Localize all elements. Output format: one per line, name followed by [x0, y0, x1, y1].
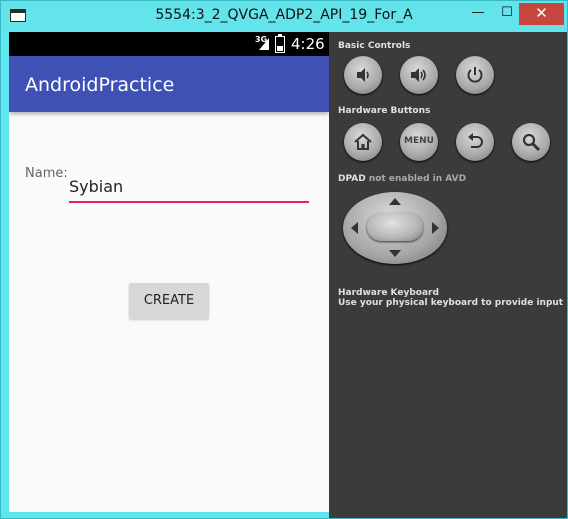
create-button[interactable]: CREATE: [129, 283, 209, 319]
menu-icon: MENU: [404, 136, 434, 146]
app-title: AndroidPractice: [25, 74, 175, 96]
dpad-up-icon[interactable]: [389, 198, 401, 205]
volume-up-icon: [411, 68, 426, 82]
keyboard-info: Hardware Keyboard Use your physical keyb…: [338, 288, 563, 308]
name-label: Name:: [25, 166, 68, 181]
dpad-right-icon[interactable]: [432, 222, 439, 234]
back-button[interactable]: [456, 123, 494, 161]
search-button[interactable]: [512, 123, 550, 161]
dpad-down-icon[interactable]: [389, 250, 401, 257]
battery-icon: [275, 34, 285, 53]
dpad-note: not enabled in AVD: [368, 174, 467, 184]
signal-icon: [259, 38, 269, 50]
home-icon: [354, 133, 372, 150]
search-icon: [522, 133, 541, 152]
status-bar: 3G 4:26: [9, 32, 329, 56]
power-button[interactable]: [456, 56, 494, 94]
dpad-title: DPAD not enabled in AVD: [338, 174, 466, 184]
minimize-button[interactable]: —: [463, 3, 493, 25]
menu-button[interactable]: MENU: [400, 123, 438, 161]
home-button[interactable]: [344, 123, 382, 161]
name-input[interactable]: Sybian: [69, 175, 309, 203]
controls-panel: Basic Controls Hardware Buttons MENU DPA…: [329, 32, 567, 518]
device-screen: 3G 4:26 AndroidPractice Name: Sybian CRE…: [9, 32, 329, 512]
power-icon: [467, 67, 483, 83]
close-button[interactable]: ✕: [519, 3, 564, 25]
keyboard-title: Hardware Keyboard: [338, 288, 439, 298]
maximize-button[interactable]: ☐: [492, 3, 522, 25]
dpad[interactable]: [343, 192, 447, 264]
dpad-left-icon[interactable]: [351, 222, 358, 234]
status-time: 4:26: [291, 35, 325, 53]
hardware-buttons-title: Hardware Buttons: [338, 106, 431, 116]
keyboard-note: Use your physical keyboard to provide in…: [338, 298, 564, 308]
title-bar: 5554:3_2_QVGA_ADP2_API_19_For_A — ☐ ✕: [1, 1, 567, 32]
name-input-value: Sybian: [69, 177, 124, 196]
dpad-center-button[interactable]: [367, 213, 423, 241]
volume-down-button[interactable]: [344, 56, 382, 94]
emulator-window: 5554:3_2_QVGA_ADP2_API_19_For_A — ☐ ✕ 3G…: [0, 0, 568, 519]
app-toolbar: AndroidPractice: [9, 56, 329, 112]
dpad-label: DPAD: [338, 174, 366, 184]
volume-up-button[interactable]: [400, 56, 438, 94]
basic-controls-title: Basic Controls: [338, 41, 411, 51]
back-icon: [468, 133, 483, 148]
volume-down-icon: [357, 68, 369, 82]
